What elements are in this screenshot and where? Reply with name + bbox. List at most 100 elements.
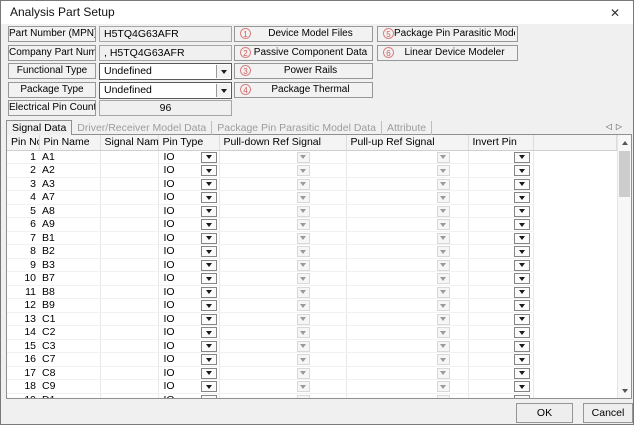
table-row[interactable]: 14 C2 IO (7, 326, 617, 340)
pull-up-ref-dropdown-icon[interactable] (437, 219, 450, 230)
pull-down-ref-dropdown-icon[interactable] (297, 381, 310, 392)
pull-down-ref-dropdown-icon[interactable] (297, 327, 310, 338)
table-row[interactable]: 7 B1 IO (7, 231, 617, 245)
pull-up-ref-dropdown-icon[interactable] (437, 300, 450, 311)
pin-type-dropdown-icon[interactable] (201, 327, 217, 338)
pull-down-ref-dropdown-icon[interactable] (297, 314, 310, 325)
package-thermal-button[interactable]: 4 Package Thermal (234, 82, 373, 98)
pull-up-ref-dropdown-icon[interactable] (437, 233, 450, 244)
invert-pin-dropdown-icon[interactable] (514, 273, 530, 284)
invert-pin-dropdown-icon[interactable] (514, 314, 530, 325)
power-rails-button[interactable]: 3 Power Rails (234, 63, 373, 79)
pin-type-dropdown-icon[interactable] (201, 287, 217, 298)
col-header-signal-name[interactable]: Signal Name (100, 135, 158, 150)
table-row[interactable]: 10 B7 IO (7, 272, 617, 286)
invert-pin-dropdown-icon[interactable] (514, 246, 530, 257)
pull-down-ref-dropdown-icon[interactable] (297, 246, 310, 257)
pin-type-dropdown-icon[interactable] (201, 314, 217, 325)
pull-down-ref-dropdown-icon[interactable] (297, 368, 310, 379)
pull-up-ref-dropdown-icon[interactable] (437, 327, 450, 338)
close-icon[interactable]: ✕ (604, 4, 626, 22)
pull-up-ref-dropdown-icon[interactable] (437, 381, 450, 392)
cancel-button[interactable]: Cancel (583, 403, 633, 423)
tab-signal-data[interactable]: Signal Data (6, 120, 72, 135)
table-row[interactable]: 13 C1 IO (7, 312, 617, 326)
pull-down-ref-dropdown-icon[interactable] (297, 260, 310, 271)
table-row[interactable]: 2 A2 IO (7, 164, 617, 178)
pull-up-ref-dropdown-icon[interactable] (437, 314, 450, 325)
col-header-pin-name[interactable]: Pin Name (39, 135, 100, 150)
pin-type-dropdown-icon[interactable] (201, 192, 217, 203)
table-row[interactable]: 4 A7 IO (7, 191, 617, 205)
tab-driver-receiver-model-data[interactable]: Driver/Receiver Model Data (72, 121, 212, 135)
pull-down-ref-dropdown-icon[interactable] (297, 206, 310, 217)
pull-down-ref-dropdown-icon[interactable] (297, 219, 310, 230)
scroll-up-icon[interactable] (618, 135, 631, 150)
invert-pin-dropdown-icon[interactable] (514, 165, 530, 176)
pull-up-ref-dropdown-icon[interactable] (437, 260, 450, 271)
pull-down-ref-dropdown-icon[interactable] (297, 152, 310, 163)
tab-attribute[interactable]: Attribute (382, 121, 432, 135)
table-row[interactable]: 3 A3 IO (7, 177, 617, 191)
invert-pin-dropdown-icon[interactable] (514, 179, 530, 190)
pin-type-dropdown-icon[interactable] (201, 381, 217, 392)
invert-pin-dropdown-icon[interactable] (514, 206, 530, 217)
invert-pin-dropdown-icon[interactable] (514, 152, 530, 163)
table-row[interactable]: 17 C8 IO (7, 366, 617, 380)
pin-type-dropdown-icon[interactable] (201, 246, 217, 257)
pin-type-dropdown-icon[interactable] (201, 165, 217, 176)
table-row[interactable]: 12 B9 IO (7, 299, 617, 313)
device-model-files-button[interactable]: 1 Device Model Files (234, 26, 373, 42)
pin-type-dropdown-icon[interactable] (201, 341, 217, 352)
company-part-number-field[interactable]: , H5TQ4G63AFR (99, 45, 232, 61)
chevron-down-icon[interactable] (216, 65, 230, 78)
invert-pin-dropdown-icon[interactable] (514, 233, 530, 244)
tab-scroll-right-icon[interactable]: ▷ (616, 122, 626, 131)
pull-down-ref-dropdown-icon[interactable] (297, 300, 310, 311)
pin-type-dropdown-icon[interactable] (201, 179, 217, 190)
pull-down-ref-dropdown-icon[interactable] (297, 354, 310, 365)
scroll-down-icon[interactable] (618, 383, 631, 398)
ok-button[interactable]: OK (516, 403, 573, 423)
pull-up-ref-dropdown-icon[interactable] (437, 341, 450, 352)
table-row[interactable]: 9 B3 IO (7, 258, 617, 272)
pull-up-ref-dropdown-icon[interactable] (437, 287, 450, 298)
table-row[interactable]: 16 C7 IO (7, 353, 617, 367)
invert-pin-dropdown-icon[interactable] (514, 354, 530, 365)
table-row[interactable]: 11 B8 IO (7, 285, 617, 299)
pull-up-ref-dropdown-icon[interactable] (437, 192, 450, 203)
pull-up-ref-dropdown-icon[interactable] (437, 395, 450, 399)
pull-down-ref-dropdown-icon[interactable] (297, 165, 310, 176)
invert-pin-dropdown-icon[interactable] (514, 260, 530, 271)
col-header-invert-pin[interactable]: Invert Pin (468, 135, 533, 150)
table-row[interactable]: 5 A8 IO (7, 204, 617, 218)
pull-up-ref-dropdown-icon[interactable] (437, 246, 450, 257)
pull-down-ref-dropdown-icon[interactable] (297, 341, 310, 352)
table-row[interactable]: 1 A1 IO (7, 150, 617, 164)
invert-pin-dropdown-icon[interactable] (514, 381, 530, 392)
tab-scroll-left-icon[interactable]: ◁ (606, 122, 616, 131)
pull-down-ref-dropdown-icon[interactable] (297, 179, 310, 190)
package-type-combobox[interactable]: Undefined (99, 82, 232, 99)
pull-up-ref-dropdown-icon[interactable] (437, 152, 450, 163)
pull-down-ref-dropdown-icon[interactable] (297, 395, 310, 399)
part-number-field[interactable]: H5TQ4G63AFR (99, 26, 232, 42)
pin-type-dropdown-icon[interactable] (201, 219, 217, 230)
invert-pin-dropdown-icon[interactable] (514, 327, 530, 338)
pin-type-dropdown-icon[interactable] (201, 152, 217, 163)
vertical-scrollbar[interactable] (617, 135, 631, 398)
linear-device-modeler-button[interactable]: 6 Linear Device Modeler (377, 45, 518, 61)
pull-up-ref-dropdown-icon[interactable] (437, 354, 450, 365)
pull-down-ref-dropdown-icon[interactable] (297, 273, 310, 284)
invert-pin-dropdown-icon[interactable] (514, 395, 530, 399)
table-row[interactable]: 6 A9 IO (7, 218, 617, 232)
scrollbar-thumb[interactable] (619, 151, 630, 197)
pin-type-dropdown-icon[interactable] (201, 395, 217, 399)
invert-pin-dropdown-icon[interactable] (514, 219, 530, 230)
invert-pin-dropdown-icon[interactable] (514, 300, 530, 311)
pin-type-dropdown-icon[interactable] (201, 206, 217, 217)
col-header-pull-down-ref-signal[interactable]: Pull-down Ref Signal (219, 135, 346, 150)
pin-type-dropdown-icon[interactable] (201, 300, 217, 311)
col-header-pin-no[interactable]: Pin No (7, 135, 39, 150)
col-header-pin-type[interactable]: Pin Type (158, 135, 219, 150)
